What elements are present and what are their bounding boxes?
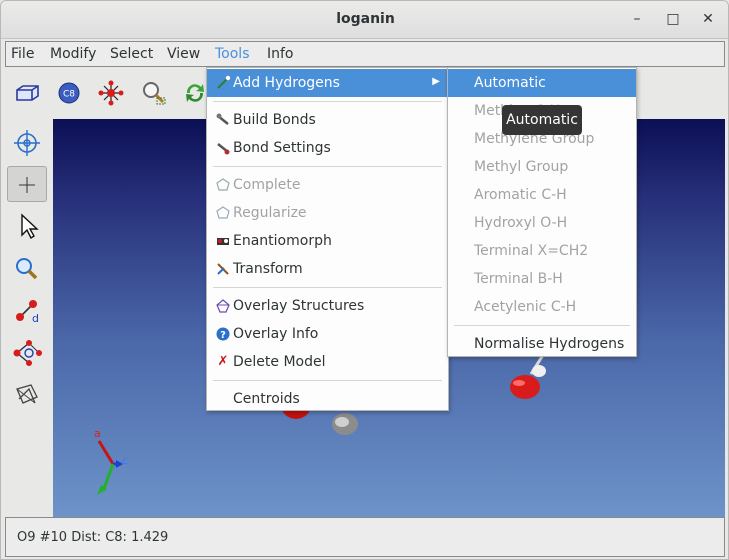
crosshair-mode-icon[interactable] [7,166,47,202]
menu-item-centroids[interactable]: Centroids [207,385,448,413]
status-text: O9 #10 Dist: C8: 1.429 [17,530,169,545]
menu-item-bond-settings[interactable]: Bond Settings [207,134,448,162]
menu-info[interactable]: Info [267,46,294,62]
zoom-icon[interactable] [7,250,47,286]
c8-icon-label: C8 [63,90,75,100]
menu-item-transform[interactable]: Transform [207,255,448,283]
submenu-arrow-icon: ▶ [432,76,440,87]
left-toolbar: d [5,119,51,517]
submenu-item-aromatic: Aromatic C-H [474,187,567,203]
menu-modify[interactable]: Modify [50,46,96,62]
app-window: loganin – □ ✕ File Modify Select View To… [0,0,729,560]
submenu-item-methyl: Methyl Group [474,159,569,175]
title-bar: loganin – □ ✕ [1,1,728,39]
regularize-icon [215,205,231,221]
menu-item-delete-model[interactable]: ✗ Delete Model [207,348,448,376]
grow-atoms-icon[interactable] [97,79,125,107]
info-icon: ? [215,326,231,342]
packing-icon[interactable] [7,377,47,413]
menu-file[interactable]: File [11,46,34,62]
axis-a-label: a [94,427,101,440]
oxygen-atom[interactable] [510,375,540,399]
window-title: loganin [336,11,395,27]
enantiomorph-icon [215,233,231,249]
bond-settings-icon [215,140,231,156]
axes-indicator: a c [94,427,128,495]
menu-item-enantiomorph[interactable]: Enantiomorph [207,227,448,255]
angle-icon[interactable] [7,335,47,371]
tools-menu: Add Hydrogens ▶ Build Bonds Bond Setting… [206,67,449,411]
maximize-icon[interactable]: □ [663,9,683,29]
menu-separator [213,287,442,288]
minimize-icon[interactable]: – [627,9,647,29]
center-target-icon[interactable] [7,125,47,161]
axis-c-label: c [122,454,128,467]
cell-box-icon[interactable] [13,79,41,107]
submenu-item-terminal-bh: Terminal B-H [474,271,563,287]
menu-select[interactable]: Select [110,46,153,62]
menu-item-add-hydrogens[interactable]: Add Hydrogens ▶ [207,69,448,97]
menu-separator [213,101,442,102]
menu-view[interactable]: View [167,46,200,62]
bond-distance-icon[interactable]: d [7,293,47,329]
menu-separator [213,166,442,167]
delete-icon: ✗ [217,354,229,369]
menu-separator [454,325,630,326]
menu-item-overlay-structures[interactable]: Overlay Structures [207,292,448,320]
menu-item-complete: Complete [207,171,448,199]
menu-item-regularize: Regularize [207,199,448,227]
add-hydrogens-icon [215,75,231,91]
transform-icon [215,261,231,277]
c8-atom-icon[interactable]: C8 [55,79,83,107]
submenu-item-terminal-xch2: Terminal X=CH2 [474,243,589,259]
complete-icon [215,177,231,193]
status-bar: O9 #10 Dist: C8: 1.429 [5,517,725,557]
tooltip: Automatic [502,105,582,135]
submenu-item-automatic[interactable]: Automatic [448,69,636,97]
menu-tools[interactable]: Tools [215,46,250,62]
svg-text:?: ? [220,330,226,341]
close-icon[interactable]: ✕ [698,9,718,29]
zoom-fit-icon[interactable] [139,79,167,107]
menu-item-build-bonds[interactable]: Build Bonds [207,106,448,134]
pointer-icon[interactable] [7,207,47,243]
submenu-item-normalise-hydrogens[interactable]: Normalise Hydrogens [448,330,636,358]
submenu-item-acetylenic: Acetylenic C-H [474,299,577,315]
menu-item-overlay-info[interactable]: ? Overlay Info [207,320,448,348]
build-bonds-icon [215,112,231,128]
distance-icon-label: d [32,312,39,325]
menu-bar: File Modify Select View Tools Info [5,41,725,67]
overlay-structures-icon [215,298,231,314]
menu-separator [213,380,442,381]
refresh-icon[interactable] [181,79,209,107]
submenu-item-hydroxyl: Hydroxyl O-H [474,215,568,231]
